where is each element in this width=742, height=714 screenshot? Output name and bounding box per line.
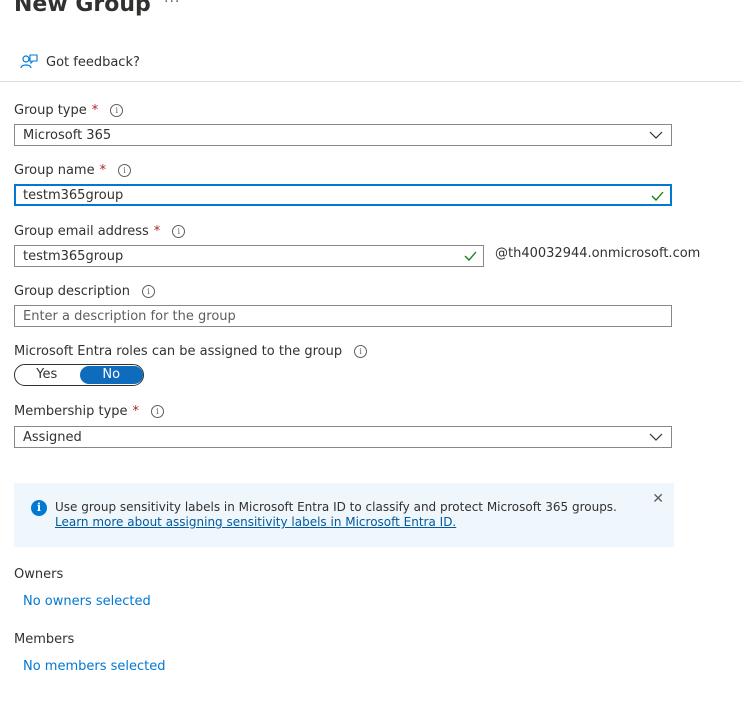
- info-icon[interactable]: i: [142, 285, 155, 298]
- info-icon[interactable]: i: [354, 345, 368, 358]
- group-description-input[interactable]: Enter a description for the group: [14, 305, 672, 327]
- more-options-button[interactable]: ···: [164, 0, 180, 10]
- feedback-icon: [20, 54, 38, 69]
- checkmark-icon: [651, 191, 664, 201]
- close-icon[interactable]: ✕: [652, 491, 664, 507]
- info-circle-icon: i: [31, 500, 47, 516]
- required-indicator: *: [91, 103, 99, 118]
- info-icon[interactable]: i: [151, 405, 165, 418]
- banner-text: Use group sensitivity labels in Microsof…: [55, 500, 617, 529]
- owners-link[interactable]: No owners selected: [23, 594, 151, 609]
- group-email-label: Group email address * i: [14, 224, 186, 239]
- group-email-value: testm365group: [23, 248, 124, 264]
- info-icon[interactable]: i: [172, 225, 186, 238]
- entra-roles-toggle[interactable]: Yes No: [14, 364, 144, 386]
- info-icon[interactable]: i: [118, 164, 132, 177]
- group-description-label: Group description i: [14, 284, 155, 299]
- feedback-label: Got feedback?: [46, 54, 140, 70]
- owners-label: Owners: [14, 567, 64, 582]
- info-icon[interactable]: i: [110, 104, 124, 117]
- group-type-value: Microsoft 365: [23, 127, 112, 143]
- header-divider: [0, 81, 742, 82]
- chevron-down-icon: [649, 131, 663, 139]
- required-indicator: *: [132, 404, 140, 419]
- group-type-label: Group type * i: [14, 103, 124, 118]
- email-domain-suffix: @th40032944.onmicrosoft.com: [495, 246, 701, 261]
- members-label: Members: [14, 632, 75, 647]
- group-name-label: Group name * i: [14, 163, 132, 178]
- group-name-input[interactable]: testm365group: [14, 184, 672, 206]
- membership-type-label: Membership type * i: [14, 404, 165, 419]
- required-indicator: *: [153, 224, 161, 239]
- checkmark-icon: [464, 251, 477, 261]
- membership-type-value: Assigned: [23, 429, 82, 445]
- sensitivity-info-banner: i Use group sensitivity labels in Micros…: [14, 483, 674, 547]
- group-email-input[interactable]: testm365group: [14, 245, 484, 267]
- toggle-option-no[interactable]: No: [79, 366, 143, 384]
- page-title: New Group: [14, 0, 151, 17]
- required-indicator: *: [99, 163, 107, 178]
- group-description-placeholder: Enter a description for the group: [23, 308, 236, 324]
- group-name-value: testm365group: [23, 187, 124, 203]
- entra-roles-label: Microsoft Entra roles can be assigned to…: [14, 344, 368, 359]
- toggle-option-yes[interactable]: Yes: [15, 366, 79, 384]
- feedback-button[interactable]: Got feedback?: [20, 53, 140, 71]
- membership-type-dropdown[interactable]: Assigned: [14, 426, 672, 448]
- learn-more-link[interactable]: Learn more about assigning sensitivity l…: [55, 515, 456, 529]
- chevron-down-icon: [649, 433, 663, 441]
- members-link[interactable]: No members selected: [23, 659, 166, 674]
- group-type-dropdown[interactable]: Microsoft 365: [14, 124, 672, 146]
